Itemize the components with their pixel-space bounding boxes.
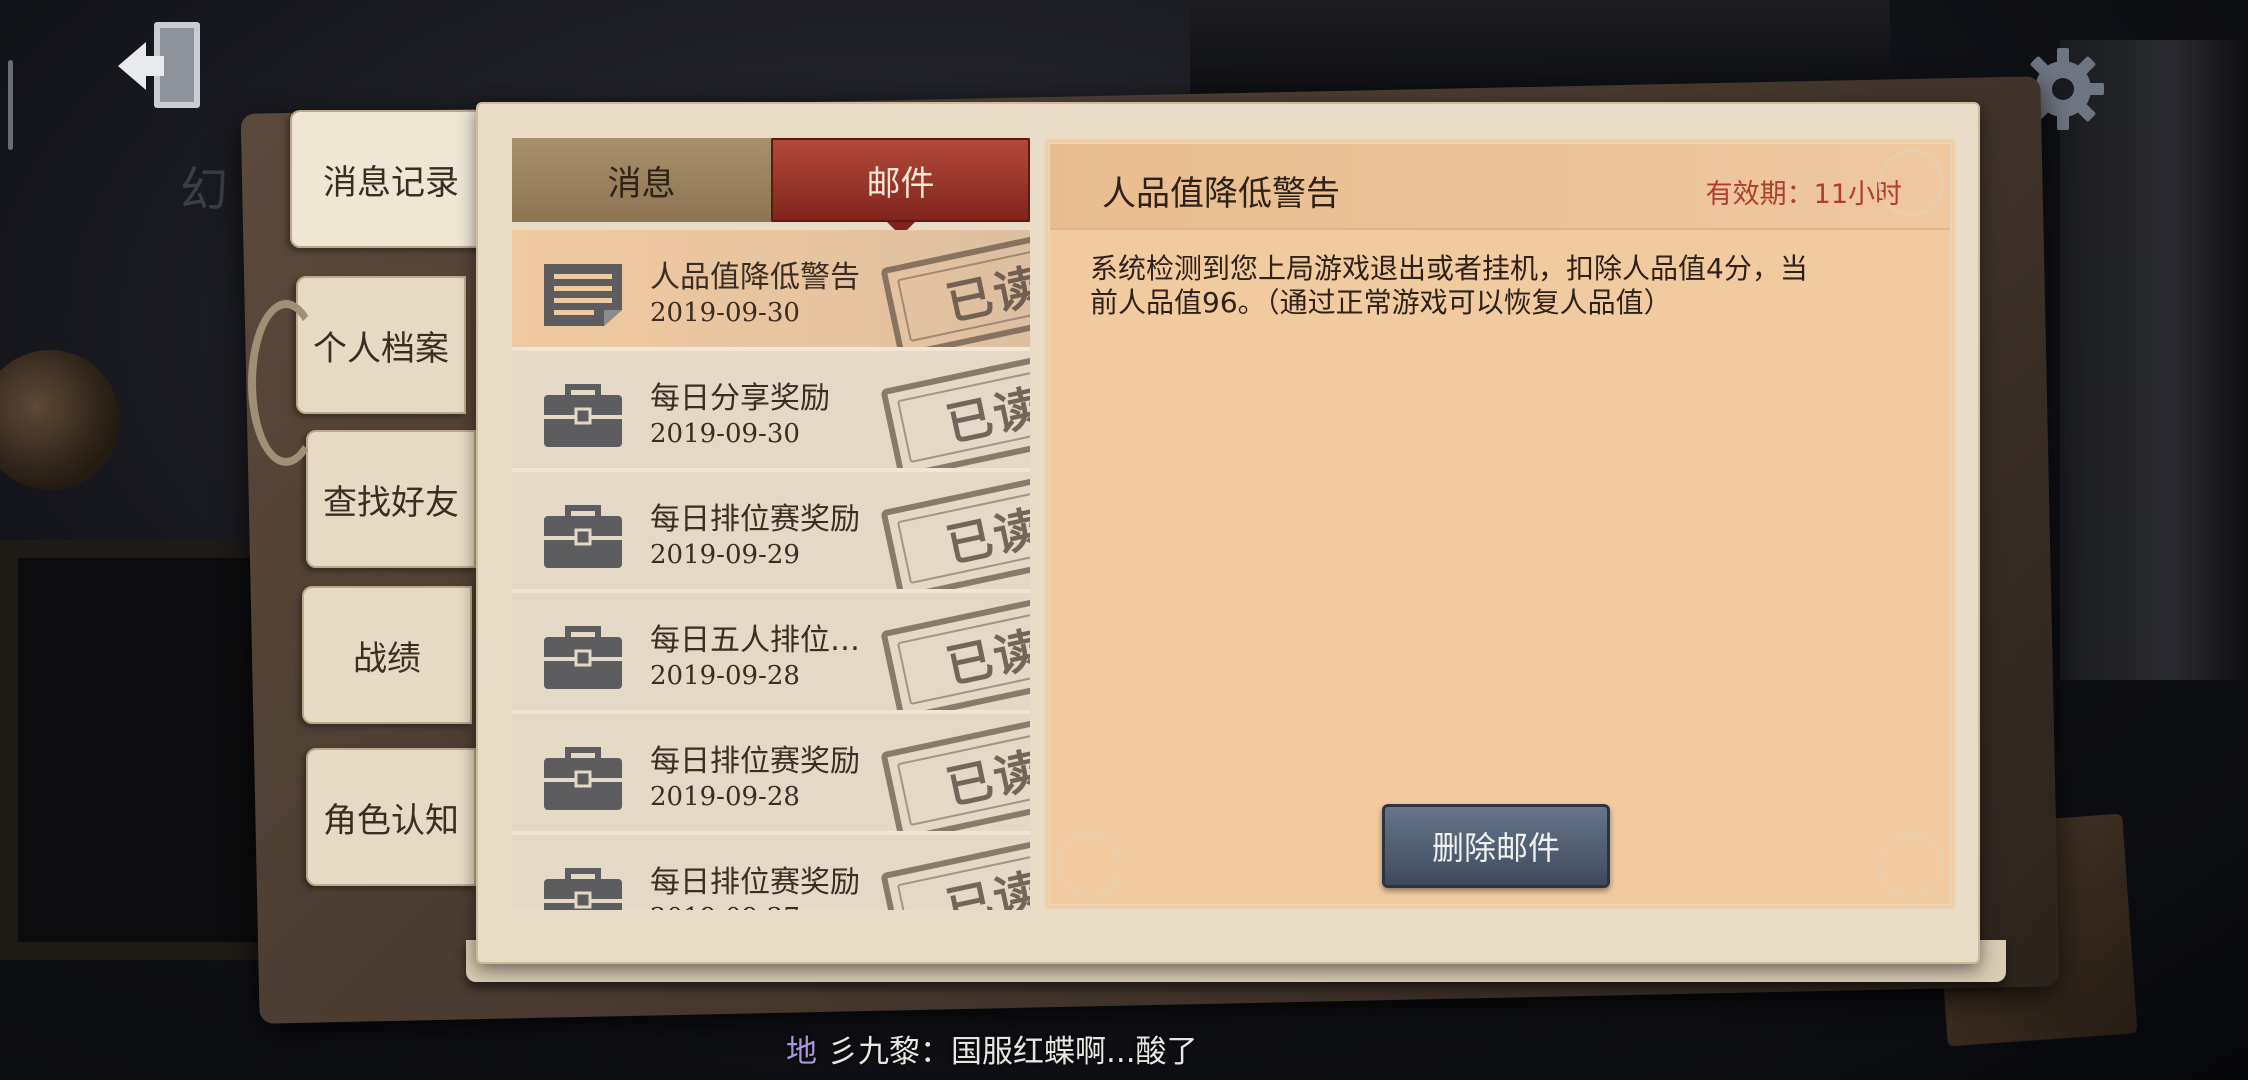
tab-label: 消息 [607, 163, 676, 204]
read-stamp: 已读 [880, 354, 1030, 468]
read-stamp: 已读 [880, 717, 1030, 831]
mail-list-panel: 消息 邮件 人品值降低警告 2019-09-30 已读 每日分享奖励 2019-… [512, 138, 1030, 910]
mail-date: 2019-09-29 [650, 540, 800, 570]
list-tab-bar: 消息 邮件 [512, 138, 1030, 236]
mail-detail-panel: 人品值降低警告 有效期：11小时 系统检测到您上局游戏退出或者挂机，扣除人品值4… [1044, 138, 1956, 910]
delete-mail-label: 删除邮件 [1431, 829, 1560, 867]
side-tab-label: 战绩 [353, 638, 421, 679]
mail-list-item[interactable]: 每日排位赛奖励 2019-09-29 已读 [512, 472, 1030, 593]
read-stamp: 已读 [880, 838, 1030, 910]
read-stamp: 已读 [880, 233, 1030, 347]
delete-mail-button[interactable]: 删除邮件 [1382, 804, 1610, 888]
side-tab-label: 消息记录 [323, 162, 459, 203]
mail-title: 每日排位赛奖励 [650, 865, 860, 900]
mail-detail-header: 人品值降低警告 有效期：11小时 [1050, 144, 1950, 230]
background-globe [0, 350, 120, 490]
mail-title: 每日排位赛奖励 [650, 744, 860, 779]
binding-rope [248, 300, 324, 466]
mail-date: 2019-09-28 [650, 661, 800, 691]
mail-list-item[interactable]: 人品值降低警告 2019-09-30 已读 [512, 230, 1030, 351]
mail-title: 每日排位赛奖励 [650, 502, 860, 537]
mail-validity: 有效期：11小时 [1705, 179, 1902, 210]
exit-door-icon [118, 22, 200, 108]
side-tab-message-log[interactable]: 消息记录 [290, 110, 490, 248]
edge-handle [8, 60, 13, 150]
exit-button[interactable] [112, 16, 212, 116]
mail-date: 2019-09-27 [650, 903, 800, 910]
chat-message: 地彡九黎：国服红蝶啊...酸了 [786, 1026, 1198, 1071]
read-stamp: 已读 [880, 475, 1030, 589]
corner-ornament [1878, 832, 1944, 898]
side-tab-label: 角色认知 [323, 800, 459, 841]
mail-body-text: 系统检测到您上局游戏退出或者挂机，扣除人品值4分，当前人品值96。（通过正常游戏… [1090, 252, 1808, 319]
background-cabinet [2060, 40, 2248, 680]
mail-list-item[interactable]: 每日五人排位… 2019-09-28 已读 [512, 593, 1030, 714]
background-partial-text: 幻 [180, 162, 229, 218]
briefcase-icon [544, 384, 622, 447]
chat-channel-prefix: 地 [786, 1034, 817, 1070]
mail-title: 每日五人排位… [650, 623, 860, 658]
mail-date: 2019-09-30 [650, 298, 800, 328]
mail-list-item[interactable]: 每日排位赛奖励 2019-09-27 已读 [512, 835, 1030, 910]
document-icon [544, 264, 622, 326]
mail-detail-title: 人品值降低警告 [1102, 174, 1340, 214]
mail-list-item[interactable]: 每日排位赛奖励 2019-09-28 已读 [512, 714, 1030, 835]
corner-ornament [1878, 150, 1944, 216]
mail-title: 每日分享奖励 [650, 381, 830, 416]
tab-messages[interactable]: 消息 [512, 138, 771, 222]
tab-mail[interactable]: 邮件 [771, 138, 1030, 236]
side-tab-character[interactable]: 角色认知 [306, 748, 476, 886]
side-tab-label: 查找好友 [323, 482, 459, 523]
mail-date: 2019-09-28 [650, 782, 800, 812]
chat-text: 彡九黎：国服红蝶啊...酸了 [827, 1034, 1198, 1070]
briefcase-icon [544, 505, 622, 568]
mail-list: 人品值降低警告 2019-09-30 已读 每日分享奖励 2019-09-30 … [512, 230, 1030, 910]
briefcase-icon [544, 868, 622, 910]
tab-label: 邮件 [866, 163, 935, 204]
read-stamp: 已读 [880, 596, 1030, 710]
side-tab-records[interactable]: 战绩 [302, 586, 472, 724]
mail-title: 人品值降低警告 [650, 260, 860, 295]
side-tab-label: 个人档案 [313, 328, 449, 369]
mail-date: 2019-09-30 [650, 419, 800, 449]
mail-list-item[interactable]: 每日分享奖励 2019-09-30 已读 [512, 351, 1030, 472]
corner-ornament [1056, 832, 1122, 898]
briefcase-icon [544, 747, 622, 810]
briefcase-icon [544, 626, 622, 689]
side-tab-find-friends[interactable]: 查找好友 [306, 430, 476, 568]
